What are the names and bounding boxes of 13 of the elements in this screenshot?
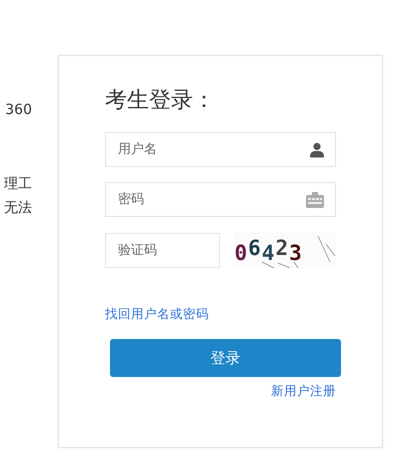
register-link[interactable]: 新用户注册 bbox=[271, 383, 336, 400]
side-text: 无法 bbox=[4, 199, 32, 218]
side-text: 理工 bbox=[4, 175, 32, 194]
login-button[interactable]: 登录 bbox=[110, 339, 341, 377]
forgot-password-link[interactable]: 找回用户名或密码 bbox=[105, 306, 209, 323]
input-field[interactable]: 密码 bbox=[105, 182, 336, 217]
user-icon bbox=[310, 142, 324, 157]
input-field[interactable]: 验证码 bbox=[105, 232, 220, 268]
side-text: 360 bbox=[5, 101, 32, 120]
login-title: 考生登录： bbox=[105, 87, 216, 115]
captcha-image[interactable]: 06423 bbox=[234, 232, 336, 268]
input-field[interactable]: 用户名 bbox=[105, 132, 336, 167]
keyboard-icon bbox=[306, 192, 324, 208]
